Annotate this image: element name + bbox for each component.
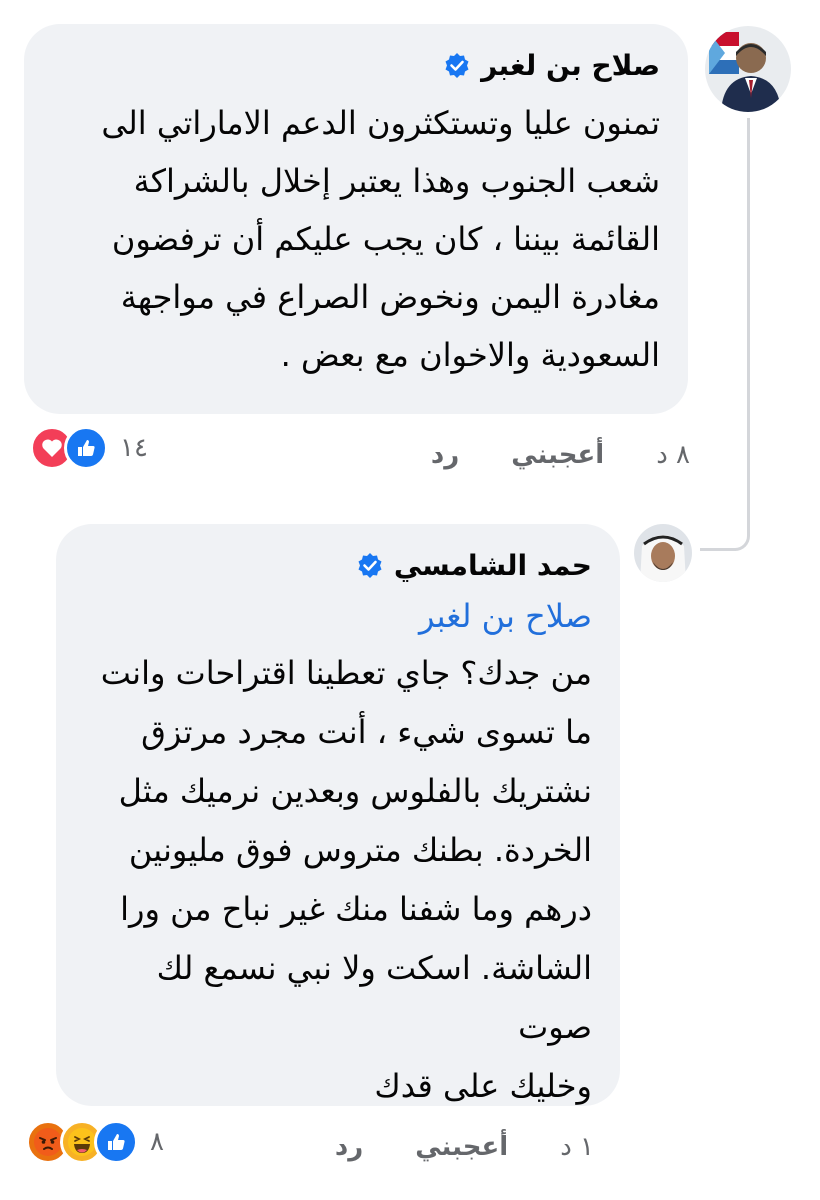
like-icon bbox=[94, 1120, 138, 1164]
reply-button[interactable]: رد bbox=[335, 1132, 363, 1162]
mention-link[interactable]: صلاح بن لغبر bbox=[82, 590, 592, 642]
comment-text-line: من جدك؟ جاي تعطينا اقتراحات وانت bbox=[100, 654, 592, 692]
comment-text-line: وخليك على قدك bbox=[374, 1067, 592, 1105]
comment-timestamp[interactable]: ٨ د bbox=[656, 440, 690, 470]
like-button[interactable]: أعجبني bbox=[511, 440, 604, 470]
comment-text-line: الشاشة. اسكت ولا نبي نسمع لك صوت bbox=[156, 949, 592, 1046]
comment-text-line: القائمة بيننا ، كان يجب عليكم أن ترفضون bbox=[111, 220, 660, 258]
comment-text-line: شعب الجنوب وهذا يعتبر إخلال بالشراكة bbox=[133, 162, 660, 200]
comment-author-row: حمد الشامسي bbox=[82, 546, 592, 586]
comment-text-line: درهم وما شفنا منك غير نباح من ورا bbox=[120, 890, 592, 928]
avatar[interactable] bbox=[634, 524, 692, 582]
comment-text-line: الخردة. بطنك متروس فوق مليونين bbox=[128, 831, 592, 869]
avatar[interactable] bbox=[705, 26, 791, 112]
comment-text-line: ما تسوى شيء ، أنت مجرد مرتزق bbox=[141, 713, 592, 751]
thread-connector-line bbox=[735, 118, 750, 551]
comment-actions: ١ د أعجبني رد bbox=[335, 1132, 594, 1162]
like-button[interactable]: أعجبني bbox=[415, 1132, 508, 1162]
comment-actions: ٨ د أعجبني رد bbox=[431, 440, 690, 470]
thread-connector-stub bbox=[700, 548, 736, 551]
comment-text-line: مغادرة اليمن ونخوض الصراع في مواجهة bbox=[120, 278, 660, 316]
reaction-summary[interactable]: ١٤ bbox=[30, 426, 148, 470]
comment-bubble: صلاح بن لغبر تمنون عليا وتستكثرون الدعم … bbox=[24, 24, 688, 414]
comment-timestamp[interactable]: ١ د bbox=[560, 1132, 594, 1162]
reaction-summary[interactable]: ٨ bbox=[26, 1120, 164, 1164]
verified-badge-icon bbox=[445, 53, 469, 78]
reaction-count: ٨ bbox=[150, 1127, 164, 1157]
reply-bubble: حمد الشامسي صلاح بن لغبر من جدك؟ جاي تعط… bbox=[56, 524, 620, 1106]
like-icon bbox=[64, 426, 108, 470]
comment-text: من جدك؟ جاي تعطينا اقتراحات وانت ما تسوى… bbox=[82, 644, 592, 1116]
comment-author-name[interactable]: صلاح بن لغبر bbox=[481, 46, 660, 86]
comment-author-name[interactable]: حمد الشامسي bbox=[394, 546, 592, 586]
comment-text: تمنون عليا وتستكثرون الدعم الاماراتي الى… bbox=[50, 94, 660, 384]
reaction-count: ١٤ bbox=[120, 433, 148, 463]
profile-photo-icon bbox=[705, 26, 791, 112]
comment-text-line: تمنون عليا وتستكثرون الدعم الاماراتي الى bbox=[101, 104, 660, 142]
comment-author-row: صلاح بن لغبر bbox=[50, 46, 660, 86]
comment-text-line: نشتريك بالفلوس وبعدين نرميك مثل bbox=[118, 772, 592, 810]
reply-button[interactable]: رد bbox=[431, 440, 459, 470]
profile-photo-icon bbox=[634, 524, 692, 582]
verified-badge-icon bbox=[358, 553, 382, 578]
comment-text-line: السعودية والاخوان مع بعض . bbox=[280, 336, 660, 374]
